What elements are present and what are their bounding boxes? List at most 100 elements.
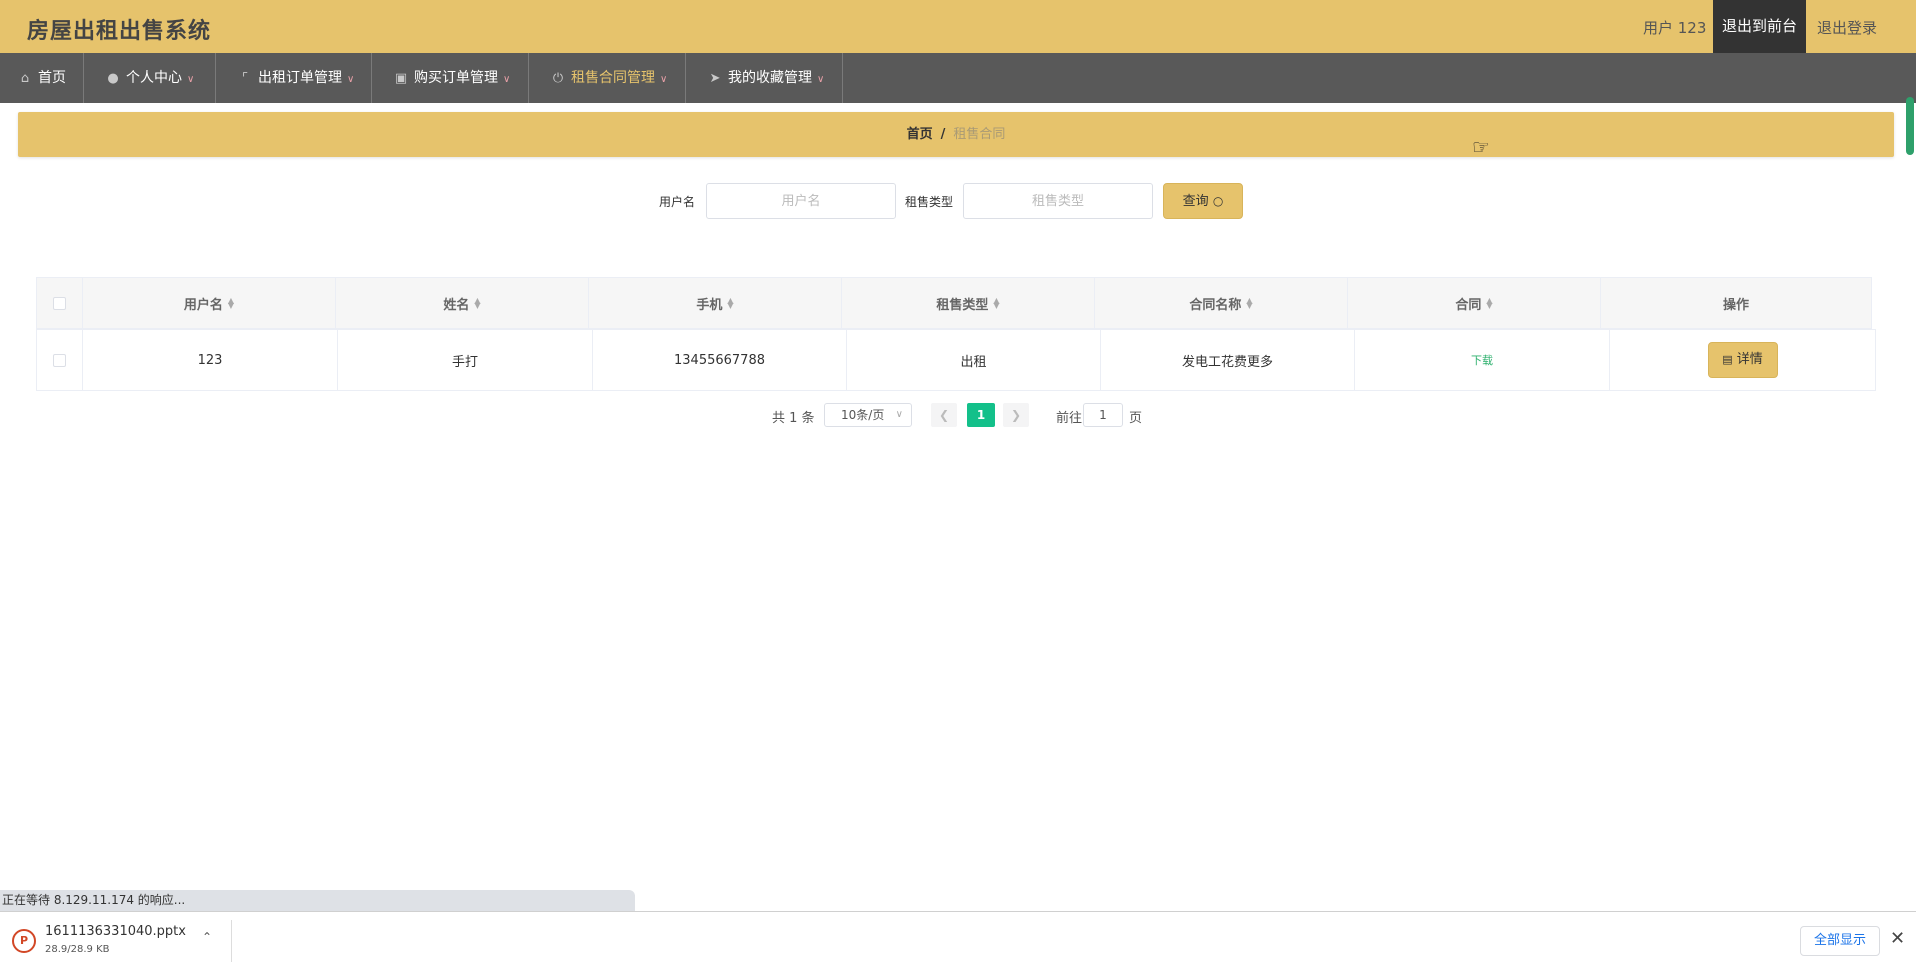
nav-item-label: 个人中心 — [126, 70, 182, 86]
type-input[interactable] — [963, 183, 1153, 219]
page-size-select[interactable]: 10条/页 ∨ — [824, 403, 912, 427]
cell-name: 手打 — [338, 330, 593, 390]
nav-item-home[interactable]: ⌂ 首页 — [0, 53, 84, 103]
document-icon: ▤ — [1722, 353, 1733, 366]
breadcrumb-home[interactable]: 首页 — [907, 127, 933, 142]
page-suffix: 页 — [1129, 411, 1143, 426]
chevron-left-icon: ❮ — [938, 408, 950, 422]
table-header: 用户名 ▲ ▼ 姓名 ▲ ▼ 手机 ▲ ▼ 租售类型 ▲ ▼ 合同名称 ▲ ▼ 合同 ▲ ▼ 操作 — [36, 277, 1872, 329]
download-file-name[interactable]: 1611136331040.pptx — [45, 924, 186, 939]
exit-to-front-button[interactable]: 退出到前台 — [1713, 0, 1806, 53]
user-label: 用户 123 — [1643, 19, 1707, 37]
page-scrollbar[interactable] — [1906, 97, 1914, 155]
cell-contract-name: 发电工花费更多 — [1101, 330, 1355, 390]
detail-button[interactable]: ▤ 详情 — [1707, 342, 1778, 378]
show-all-button[interactable]: 全部显示 — [1800, 926, 1880, 956]
breadcrumb-current: 租售合同 — [953, 127, 1006, 142]
column-header-type[interactable]: 租售类型 ▲ ▼ — [842, 278, 1095, 328]
sort-icon: ▲ ▼ — [1486, 296, 1493, 310]
username-label: 用户名 — [659, 195, 696, 209]
column-header-contract[interactable]: 合同 ▲ ▼ — [1348, 278, 1601, 328]
sort-icon: ▲ ▼ — [1246, 296, 1253, 310]
breadcrumb-separator: / — [940, 127, 946, 142]
home-icon: ⌂ — [20, 71, 30, 86]
nav-item-personal-center[interactable]: ● 个人中心 ∨ — [84, 53, 216, 103]
main-nav: ⌂ 首页 ● 个人中心 ∨ ⌜ 出租订单管理 ∨ ▣ 购买订单管理 ∨ ⏻ 租售合同管理 ∨ ➤ 我… — [0, 53, 1916, 103]
pptx-file-icon: P — [12, 929, 36, 953]
column-header-label: 合同名称 — [1189, 297, 1242, 313]
chevron-down-icon: ∨ — [347, 74, 355, 85]
nav-item-label: 首页 — [38, 70, 66, 86]
download-shelf: P 1611136331040.pptx 28.9/28.9 KB ⌃ 全部显示… — [0, 911, 1916, 970]
column-header-label: 用户名 — [183, 297, 223, 313]
row-checkbox[interactable] — [53, 353, 66, 367]
column-header-contract-name[interactable]: 合同名称 ▲ ▼ — [1095, 278, 1348, 328]
nav-item-purchase-orders[interactable]: ▣ 购买订单管理 ∨ — [372, 53, 529, 103]
page-size-value: 10条/页 — [841, 408, 885, 422]
top-header: 房屋出租出售系统 用户 123 退出到前台 退出登录 — [0, 0, 1916, 53]
crop-icon: ⌜ — [241, 71, 249, 86]
next-page-button[interactable]: ❯ — [1003, 403, 1029, 427]
row-select-cell — [37, 330, 83, 390]
detail-button-label: 详情 — [1736, 352, 1763, 367]
column-header-label: 操作 — [1722, 297, 1749, 313]
pagination: 共 1 条 10条/页 ∨ ❮ 1 ❯ 前往 1 页 — [0, 403, 1916, 427]
column-header-action: 操作 — [1601, 278, 1871, 328]
page-number-current[interactable]: 1 — [967, 403, 995, 427]
goto-label: 前往 — [1056, 411, 1083, 426]
browser-status-bar: 正在等待 8.129.11.174 的响应... — [0, 890, 635, 911]
download-file-size: 28.9/28.9 KB — [45, 944, 110, 955]
power-icon: ⏻ — [552, 71, 564, 86]
nav-item-contract-management[interactable]: ⏻ 租售合同管理 ∨ — [529, 53, 686, 103]
nav-item-label: 购买订单管理 — [414, 70, 498, 86]
chevron-right-icon: ❯ — [1010, 408, 1022, 422]
cell-phone: 13455667788 — [593, 330, 847, 390]
prev-page-button[interactable]: ❮ — [931, 403, 957, 427]
nav-item-label: 租售合同管理 — [571, 70, 655, 86]
goto-page-input[interactable]: 1 — [1083, 403, 1123, 427]
column-header-label: 合同 — [1455, 297, 1482, 313]
column-header-name[interactable]: 姓名 ▲ ▼ — [336, 278, 589, 328]
chevron-down-icon: ∨ — [660, 74, 668, 85]
query-button[interactable]: 查询 ○ — [1163, 183, 1243, 219]
column-header-username[interactable]: 用户名 ▲ ▼ — [83, 278, 336, 328]
column-header-label: 手机 — [696, 297, 723, 313]
sort-icon: ▲ ▼ — [993, 296, 1000, 310]
hand-cursor-icon: ☞ — [1472, 135, 1490, 159]
nav-item-label: 我的收藏管理 — [728, 70, 812, 86]
breadcrumb: 首页 / 租售合同 — [18, 112, 1894, 157]
chevron-down-icon: ∨ — [817, 74, 825, 85]
sort-icon: ▲ ▼ — [227, 296, 235, 310]
briefcase-icon: ▣ — [394, 71, 408, 86]
download-link[interactable]: 下载 — [1471, 352, 1493, 368]
cell-type: 出租 — [847, 330, 1101, 390]
column-header-label: 姓名 — [443, 297, 470, 313]
search-form: 用户名 租售类型 查询 ○ — [0, 183, 1916, 221]
chevron-down-icon: ∨ — [503, 74, 511, 85]
sort-icon: ▲ ▼ — [727, 296, 734, 310]
query-button-label: 查询 — [1182, 194, 1209, 209]
column-header-label: 租售类型 — [936, 297, 989, 313]
download-divider — [231, 920, 232, 962]
search-icon: ○ — [1212, 194, 1224, 208]
nav-item-favorites[interactable]: ➤ 我的收藏管理 ∨ — [686, 53, 843, 103]
table-row: 123 手打 13455667788 出租 发电工花费更多 下载 ▤ 详情 — [36, 329, 1876, 391]
total-count: 共 1 条 — [772, 411, 815, 426]
person-icon: ● — [107, 71, 119, 86]
nav-item-rent-orders[interactable]: ⌜ 出租订单管理 ∨ — [216, 53, 372, 103]
select-all-checkbox[interactable] — [53, 296, 66, 310]
chevron-up-icon[interactable]: ⌃ — [202, 930, 212, 944]
username-input[interactable] — [706, 183, 896, 219]
select-all-cell — [37, 278, 83, 328]
cell-contract: 下载 — [1355, 330, 1610, 390]
cell-username: 123 — [83, 330, 338, 390]
chevron-down-icon: ∨ — [895, 409, 903, 420]
column-header-phone[interactable]: 手机 ▲ ▼ — [589, 278, 842, 328]
cell-action: ▤ 详情 — [1610, 330, 1875, 390]
app-title: 房屋出租出售系统 — [27, 19, 212, 44]
sort-icon: ▲ ▼ — [474, 296, 481, 310]
send-icon: ➤ — [709, 71, 721, 86]
logout-button[interactable]: 退出登录 — [1817, 17, 1877, 38]
nav-item-label: 出租订单管理 — [258, 70, 342, 86]
close-icon[interactable]: ✕ — [1890, 928, 1905, 949]
